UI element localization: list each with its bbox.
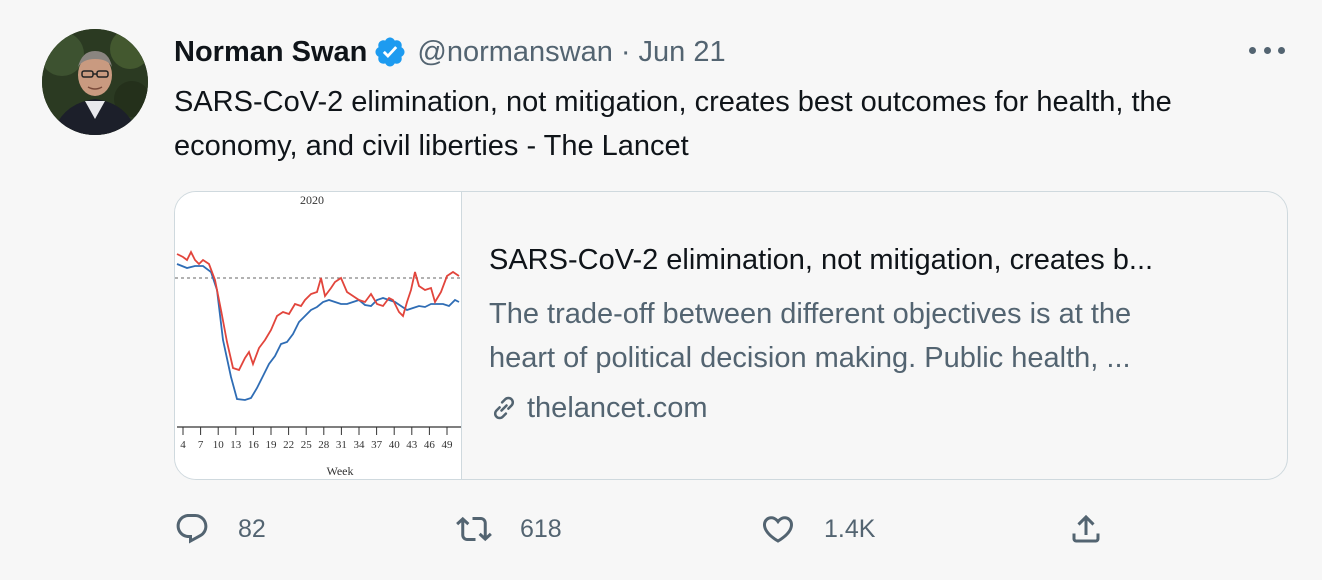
thumbnail-chart: 2020 4 7 10 13 16 19 22 25 28 31 34 37 40 43 46 49 Week [175,193,461,478]
chart-ticks [182,427,448,435]
chart-tick-label: 43 [406,439,418,451]
chart-series-blue [176,263,460,401]
chart-tick-label: 13 [230,439,242,451]
chart-tick-labels: 4 7 10 13 16 19 22 25 28 31 34 37 40 43 46 49 [180,439,453,451]
chart-tick-label: 31 [336,439,347,451]
retweet-count: 618 [520,514,562,543]
retweet-button[interactable]: 618 [456,505,562,553]
like-icon [762,516,794,543]
chart-tick-label: 16 [248,439,260,451]
tweet-actions: 82 618 1.4K [174,505,1134,553]
more-icon[interactable] [1249,38,1285,62]
chart-tick-label: 22 [283,439,294,451]
like-count: 1.4K [824,514,876,543]
card-domain: thelancet.com [489,386,708,430]
header-separator: · [620,35,631,68]
reply-icon [176,514,208,544]
chart-year-label: 2020 [300,193,324,207]
tweet-date[interactable]: Jun 21 [639,36,726,69]
link-card[interactable]: 2020 4 7 10 13 16 19 22 25 28 31 34 37 40 43 46 49 Week… [174,191,1288,480]
tweet[interactable]: Norman Swan @normanswan · Jun 21 SARS-Co… [0,0,1322,580]
chart-tick-label: 19 [266,439,278,451]
card-description-line: The trade-off between different objectiv… [489,298,1132,330]
chart-tick-label: 46 [424,439,436,451]
chart-x-label: Week [326,464,353,478]
avatar[interactable] [42,29,148,135]
avatar-image [42,29,148,135]
chart-tick-label: 49 [442,439,454,451]
share-button[interactable] [1068,505,1104,553]
chart-tick-label: 28 [318,439,330,451]
card-title: SARS-CoV-2 elimination, not mitigation, … [489,244,1154,276]
reply-button[interactable]: 82 [174,505,266,553]
like-button[interactable]: 1.4K [760,505,875,553]
share-icon [1072,514,1100,543]
chart-tick-label: 37 [371,439,383,451]
card-domain-text: thelancet.com [527,391,708,424]
reply-count: 82 [238,514,266,543]
link-icon [493,396,515,420]
tweet-header: Norman Swan @normanswan · Jun 21 [174,30,726,74]
card-thumbnail: 2020 4 7 10 13 16 19 22 25 28 31 34 37 40 43 46 49 Week [175,192,462,479]
chart-tick-label: 10 [213,439,225,451]
author-handle[interactable]: @normanswan [417,36,612,69]
verified-badge-icon [375,37,405,67]
chart-tick-label: 40 [389,439,401,451]
tweet-text: SARS-CoV-2 elimination, not mitigation, … [174,86,1172,162]
chart-tick-label: 7 [198,439,204,451]
chart-tick-label: 4 [180,439,186,451]
author-name[interactable]: Norman Swan [174,36,367,69]
card-description: The trade-off between different objectiv… [489,292,1249,380]
card-description-line: heart of political decision making. Publ… [489,342,1131,374]
retweet-icon [456,516,492,542]
chart-tick-label: 25 [301,439,313,451]
chart-tick-label: 34 [354,439,366,451]
